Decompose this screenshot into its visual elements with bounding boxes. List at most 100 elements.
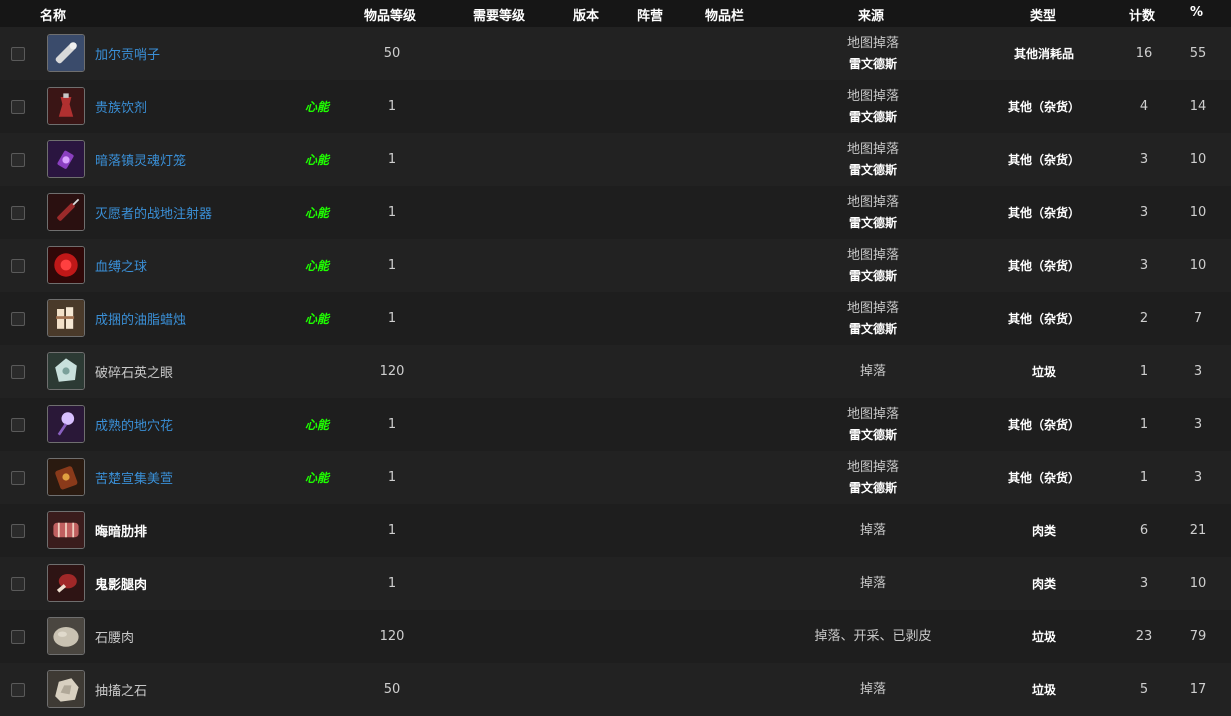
candle-icon[interactable] <box>47 299 85 337</box>
row-checkbox[interactable] <box>11 365 25 379</box>
stone-meat-icon[interactable] <box>47 617 85 655</box>
row-checkbox[interactable] <box>11 312 25 326</box>
source-primary[interactable]: 地图掉落 <box>847 458 899 478</box>
item-level: 1 <box>387 523 397 538</box>
item-name-link[interactable]: 苦楚宣集美萱 <box>95 451 173 504</box>
source-primary[interactable]: 掉落 <box>860 574 886 594</box>
source-primary[interactable]: 地图掉落 <box>847 193 899 213</box>
drop-count: 4 <box>1139 99 1149 114</box>
drink-icon[interactable] <box>47 87 85 125</box>
drop-count: 23 <box>1135 629 1153 644</box>
table-row[interactable]: 贵族饮剂 心能 1 地图掉落 雷文德斯 其他（杂货） 4 14 <box>0 80 1231 133</box>
row-checkbox[interactable] <box>11 630 25 644</box>
header-item-level[interactable]: 物品等级 <box>364 5 416 24</box>
header-count[interactable]: 计数 <box>1129 5 1155 24</box>
whistle-icon[interactable] <box>47 34 85 72</box>
source: 地图掉落 雷文德斯 <box>793 398 953 451</box>
table-row[interactable]: 鬼影腿肉 1 掉落 肉类 3 10 <box>0 557 1231 610</box>
table-row[interactable]: 暗落镇灵魂灯笼 心能 1 地图掉落 雷文德斯 其他（杂货） 3 10 <box>0 133 1231 186</box>
source-zone[interactable]: 雷文德斯 <box>849 160 897 180</box>
source-primary[interactable]: 地图掉落 <box>847 246 899 266</box>
source-primary[interactable]: 地图掉落 <box>847 299 899 319</box>
table-row[interactable]: 成熟的地穴花 心能 1 地图掉落 雷文德斯 其他（杂货） 1 3 <box>0 398 1231 451</box>
source-primary[interactable]: 掉落 <box>860 521 886 541</box>
ribs-icon[interactable] <box>47 511 85 549</box>
item-name-link[interactable]: 成捆的油脂蜡烛 <box>95 292 186 345</box>
source-primary[interactable]: 掉落 <box>860 680 886 700</box>
table-row[interactable]: 加尔贡哨子 50 地图掉落 雷文德斯 其他消耗品 16 55 <box>0 27 1231 80</box>
anima-tag: 心能 <box>305 471 330 485</box>
row-checkbox[interactable] <box>11 577 25 591</box>
syringe-icon[interactable] <box>47 193 85 231</box>
source-zone[interactable]: 雷文德斯 <box>849 266 897 286</box>
source-zone[interactable]: 雷文德斯 <box>849 478 897 498</box>
crystal-eye-icon[interactable] <box>47 352 85 390</box>
table-row[interactable]: 血缚之球 心能 1 地图掉落 雷文德斯 其他（杂货） 3 10 <box>0 239 1231 292</box>
source-primary[interactable]: 地图掉落 <box>847 405 899 425</box>
drop-count: 16 <box>1135 46 1153 61</box>
source: 地图掉落 雷文德斯 <box>793 133 953 186</box>
row-checkbox[interactable] <box>11 153 25 167</box>
row-checkbox[interactable] <box>11 100 25 114</box>
row-checkbox[interactable] <box>11 206 25 220</box>
drop-percent: 17 <box>1189 682 1207 697</box>
item-name-link[interactable]: 鬼影腿肉 <box>95 557 147 610</box>
header-source[interactable]: 来源 <box>858 5 884 24</box>
table-row[interactable]: 抽搐之石 50 掉落 垃圾 5 17 <box>0 663 1231 716</box>
row-checkbox[interactable] <box>11 418 25 432</box>
header-required-level[interactable]: 需要等级 <box>473 5 525 24</box>
table-header: 名称 物品等级 需要等级 版本 阵营 物品栏 来源 类型 计数 % <box>0 0 1231 27</box>
header-percent[interactable]: % <box>1190 5 1203 20</box>
header-slot[interactable]: 物品栏 <box>705 5 744 24</box>
table-row[interactable]: 苦楚宣集美萱 心能 1 地图掉落 雷文德斯 其他（杂货） 1 3 <box>0 451 1231 504</box>
table-row[interactable]: 灭愿者的战地注射器 心能 1 地图掉落 雷文德斯 其他（杂货） 3 10 <box>0 186 1231 239</box>
row-checkbox[interactable] <box>11 259 25 273</box>
source: 地图掉落 雷文德斯 <box>793 186 953 239</box>
item-name-link[interactable]: 暗落镇灵魂灯笼 <box>95 133 186 186</box>
item-name-link[interactable]: 成熟的地穴花 <box>95 398 173 451</box>
anima-tag: 心能 <box>305 100 330 114</box>
meat-leg-icon[interactable] <box>47 564 85 602</box>
source-zone[interactable]: 雷文德斯 <box>849 425 897 445</box>
source-primary[interactable]: 地图掉落 <box>847 140 899 160</box>
source-zone[interactable]: 雷文德斯 <box>849 54 897 74</box>
header-name[interactable]: 名称 <box>40 5 66 24</box>
source-zone[interactable]: 雷文德斯 <box>849 107 897 127</box>
lantern-icon[interactable] <box>47 140 85 178</box>
amber-icon[interactable] <box>47 458 85 496</box>
source-primary[interactable]: 掉落、开采、已剥皮 <box>814 627 931 647</box>
row-checkbox[interactable] <box>11 471 25 485</box>
item-name-link[interactable]: 贵族饮剂 <box>95 80 147 133</box>
item-name-link[interactable]: 抽搐之石 <box>95 663 147 716</box>
header-faction[interactable]: 阵营 <box>637 5 663 24</box>
source: 地图掉落 雷文德斯 <box>793 239 953 292</box>
row-checkbox[interactable] <box>11 683 25 697</box>
table-row[interactable]: 晦暗肋排 1 掉落 肉类 6 21 <box>0 504 1231 557</box>
source-primary[interactable]: 地图掉落 <box>847 34 899 54</box>
header-type[interactable]: 类型 <box>1030 5 1056 24</box>
header-version[interactable]: 版本 <box>573 5 599 24</box>
row-checkbox[interactable] <box>11 524 25 538</box>
item-level: 50 <box>383 46 401 61</box>
item-name-link[interactable]: 晦暗肋排 <box>95 504 147 557</box>
item-level: 1 <box>387 205 397 220</box>
source: 掉落、开采、已剥皮 <box>793 610 953 663</box>
source-zone[interactable]: 雷文德斯 <box>849 319 897 339</box>
table-row[interactable]: 成捆的油脂蜡烛 心能 1 地图掉落 雷文德斯 其他（杂货） 2 7 <box>0 292 1231 345</box>
table-row[interactable]: 破碎石英之眼 120 掉落 垃圾 1 3 <box>0 345 1231 398</box>
source-primary[interactable]: 掉落 <box>860 362 886 382</box>
source-primary[interactable]: 地图掉落 <box>847 87 899 107</box>
item-name-link[interactable]: 破碎石英之眼 <box>95 345 173 398</box>
item-name-link[interactable]: 石腰肉 <box>95 610 134 663</box>
row-checkbox[interactable] <box>11 47 25 61</box>
table-row[interactable]: 石腰肉 120 掉落、开采、已剥皮 垃圾 23 79 <box>0 610 1231 663</box>
source-zone[interactable]: 雷文德斯 <box>849 213 897 233</box>
blood-orb-icon[interactable] <box>47 246 85 284</box>
item-name-link[interactable]: 加尔贡哨子 <box>95 27 160 80</box>
cave-flower-icon[interactable] <box>47 405 85 443</box>
item-type: 其他消耗品 <box>1013 47 1074 61</box>
item-name-link[interactable]: 血缚之球 <box>95 239 147 292</box>
item-name-link[interactable]: 灭愿者的战地注射器 <box>95 186 212 239</box>
source: 地图掉落 雷文德斯 <box>793 80 953 133</box>
stone-icon[interactable] <box>47 670 85 708</box>
